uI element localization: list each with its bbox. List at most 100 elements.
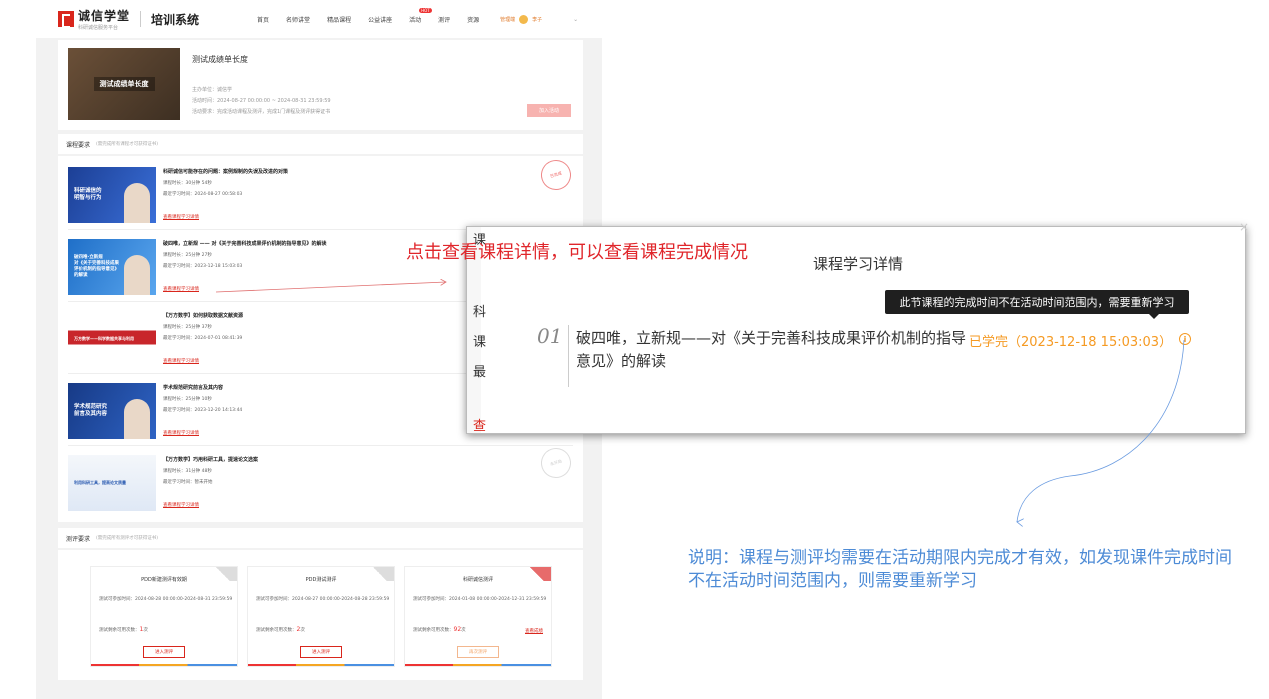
exam-remaining-label: 测试剩余可用次数： xyxy=(99,628,140,633)
course-thumb-text: 万方数学——科学数据共享与利用 xyxy=(74,336,134,342)
course-duration: 课程时长：25分钟 10秒 xyxy=(163,397,212,402)
exam-time: 测试可参加时间：2024-01-08 00:00:00-2024-12-31 2… xyxy=(413,597,547,602)
exam-section-sub: (需完成所有测评才可获得证书) xyxy=(96,536,159,541)
exam-remaining: 测试剩余可用次数：1次 xyxy=(99,625,233,635)
lecturer-photo xyxy=(124,399,150,439)
user-menu[interactable]: 管理端 李子 xyxy=(500,14,543,24)
user-name: 李子 xyxy=(532,16,543,23)
annotation-red: 点击查看课程详情，可以查看课程完成情况 xyxy=(406,242,748,263)
exam-list: PDD新建测评有效期 测试可参加时间：2024-08-28 00:00:00-2… xyxy=(58,550,583,680)
exam-time: 测试可参加时间：2024-08-28 00:00:00-2024-08-31 2… xyxy=(99,597,233,602)
nav-item-resource[interactable]: 资源 xyxy=(467,15,479,24)
exam-card-bar xyxy=(248,664,394,666)
admin-link[interactable]: 管理端 xyxy=(500,16,515,23)
course-section-heading: 课程要求 xyxy=(66,141,91,149)
enter-exam-button[interactable]: 进入测评 xyxy=(300,646,342,658)
course-thumb-text: 利用科研工具，提高论文质量 xyxy=(74,480,126,486)
course-duration: 课程时长：25分钟 27秒 xyxy=(163,253,212,258)
enter-exam-button[interactable]: 进入测评 xyxy=(143,646,185,658)
list-item: 利用科研工具，提高论文质量 【万方数学】巧用科研工具，提速论文选案 课程时长：3… xyxy=(68,444,575,518)
activity-time: 活动时间：2024-08-27 00:00:00 ~ 2024-08-31 23… xyxy=(192,98,331,104)
course-last-learn: 最近学习时间：2023-12-20 14:13:44 xyxy=(163,408,243,413)
course-thumb-text: 破四唯·立新规 对《关于完善科技成果 评价机制的指导意见》 的解读 xyxy=(74,255,119,278)
exam-title: 科研诚信测评 xyxy=(462,577,493,583)
view-course-detail-link[interactable]: 查看课程学习详情 xyxy=(163,214,199,220)
system-name: 培训系统 xyxy=(151,12,200,27)
course-section-sub: (需完成所有课程才可获得证书) xyxy=(96,142,159,147)
course-thumbnail: 学术规范研究 前言及其内容 xyxy=(68,383,156,439)
view-course-detail-link[interactable]: 查看课程学习详情 xyxy=(163,430,199,436)
exam-title: PDD测试测评 xyxy=(305,577,337,583)
avatar xyxy=(519,14,529,24)
course-title: 【万方数学】巧用科研工具，提速论文选案 xyxy=(163,457,259,463)
course-section-header: 课程要求 (需完成所有课程才可获得证书) xyxy=(58,134,583,154)
nav-item-public[interactable]: 公益讲座 xyxy=(368,15,392,24)
course-duration: 课程时长：25分钟 37秒 xyxy=(163,325,212,330)
view-course-detail-link[interactable]: 查看课程学习详情 xyxy=(163,502,199,508)
nav-item-courses[interactable]: 精品课程 xyxy=(327,15,351,24)
activity-image: 测试成绩单长度 xyxy=(68,48,180,120)
tooltip: 此节课程的完成时间不在活动时间范围内，需要重新学习 xyxy=(885,290,1189,319)
completed-stamp: 已完成 xyxy=(537,156,575,194)
view-course-detail-link[interactable]: 查看课程学习详情 xyxy=(163,358,199,364)
exam-card: 科研诚信测评 测试可参加时间：2024-01-08 00:00:00-2024-… xyxy=(404,566,552,667)
course-duration: 课程时长：30分钟 54秒 xyxy=(163,181,212,186)
site-logo[interactable]: 诚信学堂 科研诚信服务平台 xyxy=(78,7,130,31)
view-score-link[interactable]: 查看成绩 xyxy=(525,628,543,634)
not-started-stamp: 未开始 xyxy=(537,444,575,482)
lesson-number: 01 xyxy=(537,324,563,348)
exam-section-heading: 测评要求 xyxy=(66,535,91,543)
exam-card-bar xyxy=(405,664,551,666)
lesson-title: 破四唯，立新规——对《关于完善科技成果评价机制的指导意见》的解读 xyxy=(576,329,967,370)
course-title: 破四唯，立新规 —— 对《关于完善科技成果评价机制的指导意见》的解读 xyxy=(163,241,327,247)
activity-image-caption: 测试成绩单长度 xyxy=(93,77,155,91)
hot-badge: HOT xyxy=(419,7,432,13)
nav-menu: 首页 名师讲堂 精品课程 公益讲座 活动 HOT 测评 资源 管理端 李子 ⌄ xyxy=(257,7,578,24)
exam-remaining-label: 测试剩余可用次数： xyxy=(256,628,297,633)
close-icon[interactable]: × xyxy=(1239,221,1251,233)
exam-card: PDD测试测评 测试可参加时间：2024-08-27 00:00:00-2024… xyxy=(247,566,395,667)
nav-item-exam[interactable]: 测评 xyxy=(438,15,450,24)
activity-organizer: 主办单位：诚信学 xyxy=(192,87,233,93)
exam-remaining: 测试剩余可用次数：2次 xyxy=(256,625,390,635)
exam-card-bar xyxy=(91,664,237,666)
info-icon[interactable]: i xyxy=(1179,333,1191,345)
nav-item-lecture[interactable]: 名师讲堂 xyxy=(286,15,310,24)
view-course-detail-link[interactable]: 查看课程学习详情 xyxy=(163,286,199,292)
underlay-fragment: 课 xyxy=(473,335,487,350)
exam-card: PDD新建测评有效期 测试可参加时间：2024-08-28 00:00:00-2… xyxy=(90,566,238,667)
nav-item-home[interactable]: 首页 xyxy=(257,15,269,24)
nav-item-activity-label: 活动 xyxy=(409,16,422,24)
top-navigation: 诚信学堂 科研诚信服务平台 培训系统 首页 名师讲堂 精品课程 公益讲座 活动 … xyxy=(36,0,602,38)
exam-remaining-label: 测试剩余可用次数： xyxy=(413,628,454,633)
exam-section-header: 测评要求 (需完成所有测评才可获得证书) xyxy=(58,528,583,548)
course-thumb-text: 学术规范研究 前言及其内容 xyxy=(74,403,108,417)
course-last-learn: 最近学习时间：暂未开始 xyxy=(163,480,213,485)
list-item: 科研诚信的 明智与行为 科研诚信可能存在的问题：案例规制的失误及改进的对策 课程… xyxy=(68,156,575,230)
course-thumbnail: 万方数学——科学数据共享与利用 xyxy=(68,311,156,367)
annotation-blue: 说明：课程与测评均需要在活动期限内完成才有效，如发现课件完成时间不在活动时间范围… xyxy=(688,548,1232,591)
retake-exam-button[interactable]: 再次测评 xyxy=(457,646,499,658)
exam-time: 测试可参加时间：2024-08-27 00:00:00-2024-08-28 2… xyxy=(256,597,390,602)
popup-title: 课程学习详情 xyxy=(813,255,904,273)
logo-main-text: 诚信学堂 xyxy=(78,9,131,23)
logo-icon xyxy=(58,11,74,28)
underlay-fragment: 查 xyxy=(473,419,487,434)
logo-sub-text: 科研诚信服务平台 xyxy=(78,25,119,31)
course-duration: 课程时长：31分钟 48秒 xyxy=(163,469,212,474)
course-title: 科研诚信可能存在的问题：案例规制的失误及改进的对策 xyxy=(163,169,289,175)
lecturer-photo xyxy=(124,183,150,223)
course-last-learn: 最近学习时间：2023-12-18 15:03:03 xyxy=(163,264,243,269)
course-thumbnail: 科研诚信的 明智与行为 xyxy=(68,167,156,223)
course-title: 学术规范研究前言及其内容 xyxy=(163,385,224,391)
lecturer-photo xyxy=(124,255,150,295)
underlay-fragment: 科 xyxy=(473,305,487,320)
chevron-down-icon[interactable]: ⌄ xyxy=(573,16,578,23)
activity-requirement: 活动要求：完成活动课程及测评，完成1门课程及测评获得证书 xyxy=(192,109,331,115)
exam-remaining-unit: 次 xyxy=(143,628,148,633)
exam-remaining-count: 92 xyxy=(453,626,462,633)
join-activity-button[interactable]: 加入活动 xyxy=(527,104,571,117)
course-thumbnail: 破四唯·立新规 对《关于完善科技成果 评价机制的指导意见》 的解读 xyxy=(68,239,156,295)
underlay-fragment: 最 xyxy=(473,365,487,380)
nav-item-activity[interactable]: 活动 HOT xyxy=(409,7,432,24)
